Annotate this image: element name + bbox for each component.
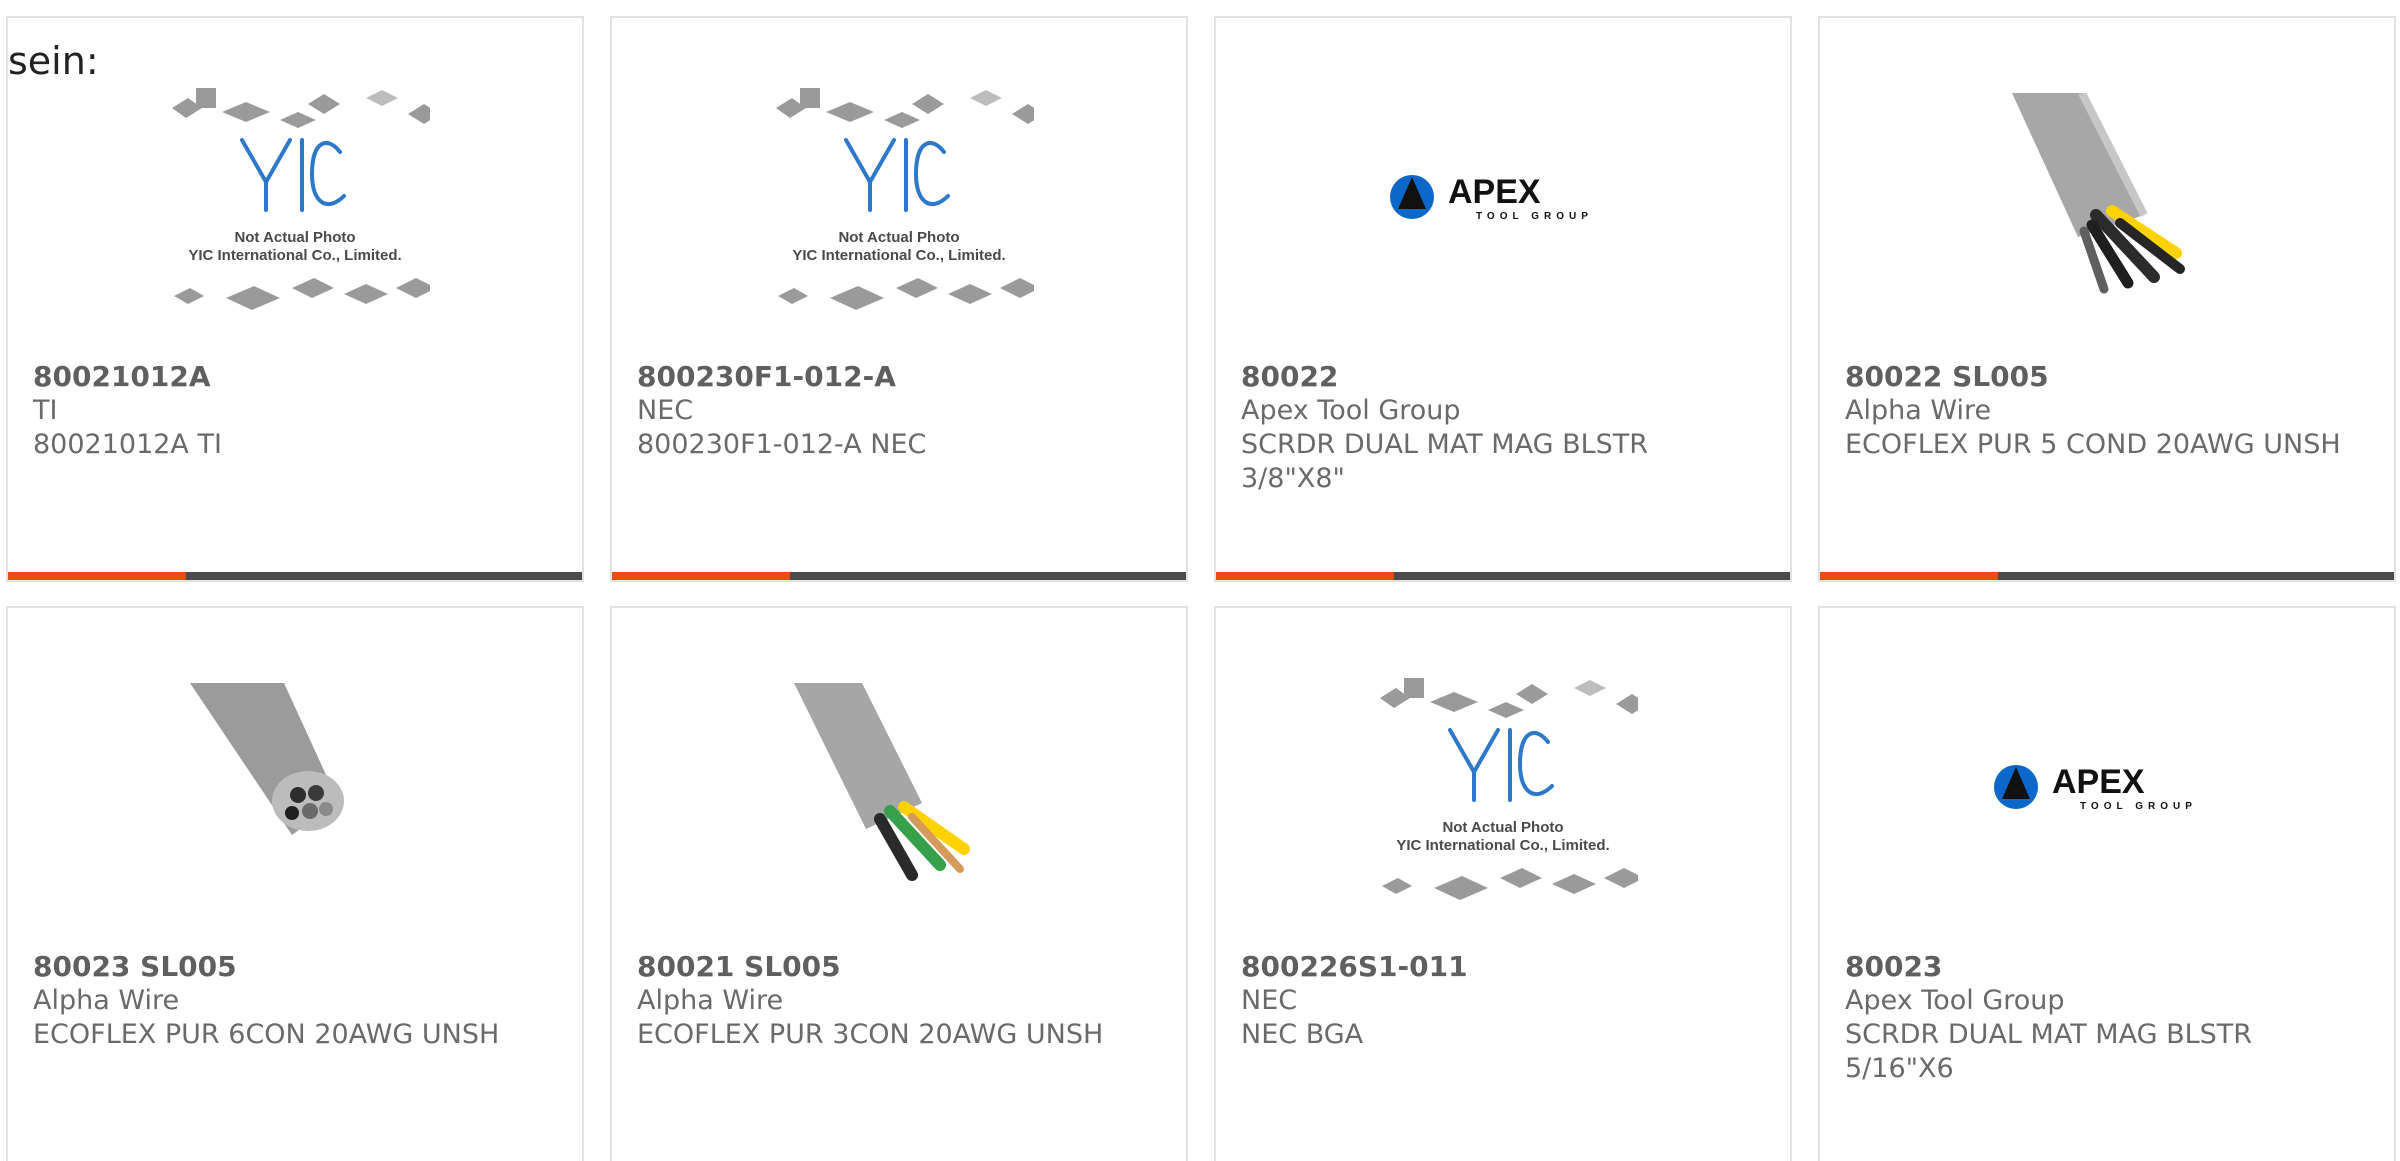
yic-not-actual-photo-icon: Not Actual Photo YIC International Co., … [776,88,1034,310]
product-image[interactable]: Not Actual Photo YIC International Co., … [1216,663,1790,913]
product-image[interactable]: Not Actual Photo YIC International Co., … [8,73,582,323]
product-card[interactable]: 80021 SL005 Alpha Wire ECOFLEX PUR 3CON … [610,606,1188,1161]
card-footer-accent [1820,572,1998,580]
product-brand: Alpha Wire [1845,395,1992,426]
product-brand: Alpha Wire [637,985,784,1016]
product-part-number[interactable]: 800226S1-011 [1241,950,1468,984]
product-image[interactable] [1820,73,2394,323]
product-part-number[interactable]: 800230F1-012-A [637,360,896,394]
product-image[interactable] [8,663,582,913]
product-card[interactable]: Not Actual Photo YIC International Co., … [1214,606,1792,1161]
cable-photo-icon [2002,93,2212,303]
product-card[interactable]: 80023 SL005 Alpha Wire ECOFLEX PUR 6CON … [6,606,584,1161]
product-description: 80021012A TI [33,429,222,460]
svg-text:YIC International Co., Limited: YIC International Co., Limited. [188,247,401,264]
svg-text:Not Actual Photo: Not Actual Photo [838,229,959,246]
product-part-number[interactable]: 80022 SL005 [1845,360,2049,394]
yic-not-actual-photo-icon: Not Actual Photo YIC International Co., … [1380,678,1638,900]
svg-text:TOOL GROUP: TOOL GROUP [2080,801,2197,812]
product-grid: Not Actual Photo YIC International Co., … [6,16,2400,1161]
product-card[interactable]: APEX TOOL GROUP 80022 Apex Tool Group SC… [1214,16,1792,582]
svg-text:APEX: APEX [1448,173,1541,211]
card-footer-bar [1820,572,2394,580]
product-brand: TI [33,395,58,426]
product-description: SCRDR DUAL MAT MAG BLSTR 3/8"X8" [1241,429,1649,494]
svg-text:YIC International Co., Limited: YIC International Co., Limited. [792,247,1005,264]
product-image[interactable]: APEX TOOL GROUP [1216,73,1790,323]
product-description: 800230F1-012-A NEC [637,429,927,460]
product-image[interactable]: Not Actual Photo YIC International Co., … [612,73,1186,323]
card-footer-accent [612,572,790,580]
yic-not-actual-photo-icon: Not Actual Photo YIC International Co., … [172,88,430,310]
product-brand: Apex Tool Group [1241,395,1461,426]
cable-photo-icon [190,683,400,893]
card-footer-bar [1216,572,1790,580]
product-part-number[interactable]: 80021012A [33,360,211,394]
cable-photo-icon [794,683,1004,893]
svg-text:Not Actual Photo: Not Actual Photo [1442,819,1563,836]
card-footer-bar [8,572,582,580]
product-part-number[interactable]: 80022 [1241,360,1338,394]
product-description: ECOFLEX PUR 3CON 20AWG UNSH [637,1019,1104,1050]
card-footer-bar [612,572,1186,580]
product-card[interactable]: Not Actual Photo YIC International Co., … [610,16,1188,582]
product-brand: NEC [637,395,694,426]
product-card[interactable]: APEX TOOL GROUP 80023 Apex Tool Group SC… [1818,606,2396,1161]
product-image[interactable]: APEX TOOL GROUP [1820,663,2394,913]
svg-text:APEX: APEX [2052,763,2145,801]
product-card[interactable]: 80022 SL005 Alpha Wire ECOFLEX PUR 5 CON… [1818,16,2396,582]
product-grid-page: sein: Not Actual Photo YIC International… [0,0,2400,1161]
product-description: SCRDR DUAL MAT MAG BLSTR 5/16"X6 [1845,1019,2253,1084]
apex-tool-group-logo-icon: APEX TOOL GROUP [1994,763,2197,812]
apex-tool-group-logo-icon: APEX TOOL GROUP [1390,173,1593,222]
svg-text:Not Actual Photo: Not Actual Photo [234,229,355,246]
product-description: ECOFLEX PUR 6CON 20AWG UNSH [33,1019,500,1050]
intro-text: sein: [8,39,99,83]
product-brand: Apex Tool Group [1845,985,2065,1016]
product-description: NEC BGA [1241,1019,1364,1050]
product-description: ECOFLEX PUR 5 COND 20AWG UNSH [1845,429,2341,460]
product-part-number[interactable]: 80023 SL005 [33,950,237,984]
product-image[interactable] [612,663,1186,913]
product-part-number[interactable]: 80023 [1845,950,1942,984]
card-footer-accent [8,572,186,580]
product-card[interactable]: Not Actual Photo YIC International Co., … [6,16,584,582]
product-brand: NEC [1241,985,1298,1016]
product-brand: Alpha Wire [33,985,180,1016]
card-footer-accent [1216,572,1394,580]
svg-text:TOOL GROUP: TOOL GROUP [1476,211,1593,222]
product-part-number[interactable]: 80021 SL005 [637,950,841,984]
svg-text:YIC International Co., Limited: YIC International Co., Limited. [1396,837,1609,854]
